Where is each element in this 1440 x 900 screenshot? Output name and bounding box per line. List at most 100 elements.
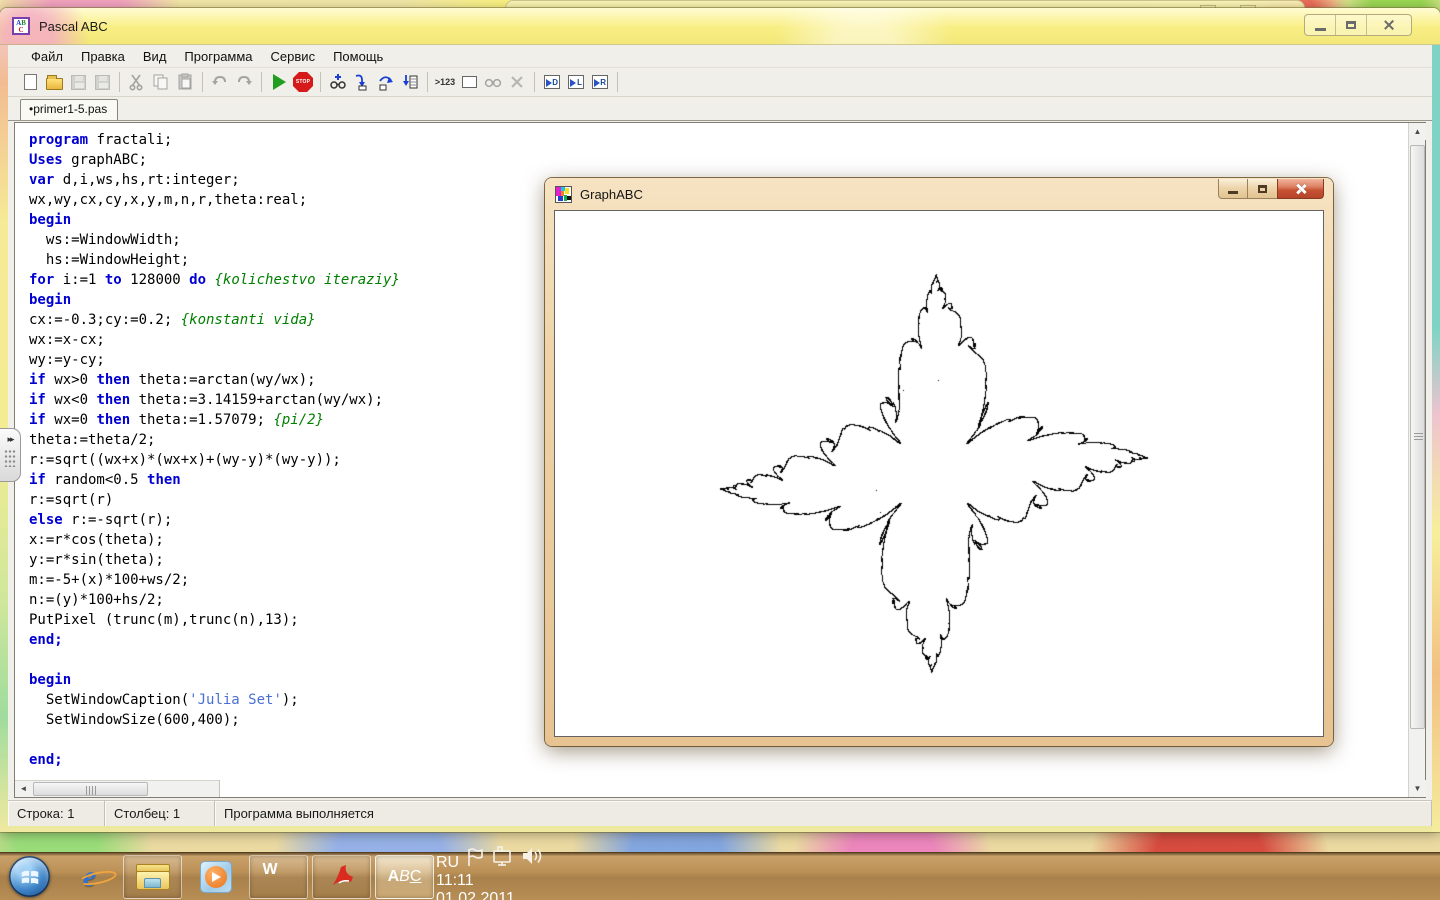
watch-add-icon [328,73,348,91]
menu-help[interactable]: Помощь [324,47,392,66]
status-state: Программа выполняется [215,801,1432,826]
internet-explorer-icon: e [83,860,96,894]
scroll-up-icon[interactable]: ▲ [1409,123,1426,140]
graphabc-logo-icon [555,186,572,203]
toolbar-separator [119,72,120,92]
menu-file[interactable]: Файл [22,47,72,66]
vertical-scroll-thumb[interactable] [1410,145,1425,729]
windows-flag-icon [19,866,41,888]
toolbar-separator [617,72,618,92]
graphabc-window[interactable]: GraphABC [545,178,1333,746]
copy-button[interactable] [150,71,172,93]
network-icon[interactable] [490,845,516,867]
dock-right-button[interactable]: R [589,71,611,93]
expand-chevron-icon: ▸▸ [7,434,12,445]
new-file-button[interactable] [19,71,41,93]
horizontal-scroll-thumb[interactable] [33,782,148,796]
step-over-icon [377,73,395,91]
status-column: Столбец: 1 [105,801,215,826]
save-all-button[interactable] [91,71,113,93]
paste-button[interactable] [174,71,196,93]
title-bar[interactable]: ABC Pascal ABC [0,8,1440,45]
clock-date: 01.02.2011 [436,890,546,900]
window-title: Pascal ABC [39,19,108,34]
step-into-button[interactable] [351,71,373,93]
menu-view[interactable]: Вид [134,47,176,66]
thumb-grip [1414,433,1423,441]
start-button[interactable] [9,856,50,897]
volume-icon[interactable] [520,845,546,867]
undo-button[interactable] [209,71,231,93]
save-icon [71,75,86,90]
graphabc-maximize-button[interactable] [1248,179,1277,199]
scroll-down-icon[interactable]: ▼ [1409,780,1426,797]
watch-window-button[interactable] [482,71,504,93]
system-tray: RU 11:11 01.02.2011 [436,845,546,900]
window-controls [1304,14,1412,36]
save-button[interactable] [67,71,89,93]
toolbar-separator [427,72,428,92]
taskbar-media-player[interactable] [186,855,245,899]
scissors-icon [128,73,146,91]
close-file-button[interactable] [506,71,528,93]
dock-bottom-button[interactable]: D [541,71,563,93]
language-indicator[interactable]: RU [436,854,459,871]
media-player-icon [200,861,232,893]
maximize-button[interactable] [1336,15,1367,35]
taskbar-pascal-abc[interactable]: ABC [375,855,434,899]
minimize-button[interactable] [1305,15,1336,35]
close-icon [1295,183,1307,195]
redo-button[interactable] [233,71,255,93]
save-all-icon [95,75,110,90]
step-into-icon [353,73,371,91]
add-watch-button[interactable] [327,71,349,93]
toolbar-separator [202,72,203,92]
action-center-flag-icon[interactable] [464,847,486,867]
tab-primer1-5[interactable]: •primer1-5.pas [20,99,118,120]
evaluate-button[interactable]: >123 [434,71,456,93]
dock-right-icon: R [592,75,608,89]
dock-bottom-icon: D [544,75,560,89]
cut-button[interactable] [126,71,148,93]
run-button[interactable] [268,71,290,93]
graphabc-title-bar[interactable]: GraphABC [545,178,1333,210]
ie-orbit-icon [78,868,118,888]
side-panel-expander[interactable]: ▸▸ [0,428,21,482]
paste-icon [176,73,194,91]
pascal-abc-icon: ABC [388,868,422,886]
open-file-button[interactable] [43,71,65,93]
dock-left-icon: L [568,75,584,89]
taskbar-adobe-reader[interactable] [312,855,371,899]
toolbar-separator [261,72,262,92]
dock-left-button[interactable]: L [565,71,587,93]
taskbar-word[interactable]: W [249,855,308,899]
window-right-border [1432,45,1440,832]
clock[interactable]: 11:11 01.02.2011 [436,872,546,900]
graphabc-canvas-area [554,210,1324,737]
horizontal-scrollbar[interactable]: ◄ [15,780,220,797]
grip-dots-icon [4,449,16,467]
code-line: Uses graphABC; [29,150,1408,170]
stop-button[interactable]: STOP [292,71,314,93]
graphabc-close-button[interactable] [1277,179,1324,199]
taskbar-internet-explorer[interactable]: e [60,855,119,899]
watch-icon [483,74,503,90]
minimize-icon [1228,191,1238,194]
toolbar-separator [320,72,321,92]
graphabc-minimize-button[interactable] [1218,179,1248,199]
new-window-button[interactable] [458,71,480,93]
window-icon [462,76,477,88]
taskbar-explorer[interactable] [123,855,182,899]
scroll-left-icon[interactable]: ◄ [15,781,32,797]
menu-service[interactable]: Сервис [262,47,325,66]
desktop: { "ide": { "title": "Pascal ABC", "menu"… [0,0,1440,900]
close-button[interactable] [1367,15,1411,35]
run-to-cursor-button[interactable] [399,71,421,93]
toolbar-separator [534,72,535,92]
menu-program[interactable]: Программа [175,47,261,66]
adobe-reader-icon [329,861,355,892]
tab-strip: •primer1-5.pas [8,97,1432,121]
step-over-button[interactable] [375,71,397,93]
vertical-scrollbar[interactable]: ▲ ▼ [1408,123,1425,797]
menu-edit[interactable]: Правка [72,47,134,66]
